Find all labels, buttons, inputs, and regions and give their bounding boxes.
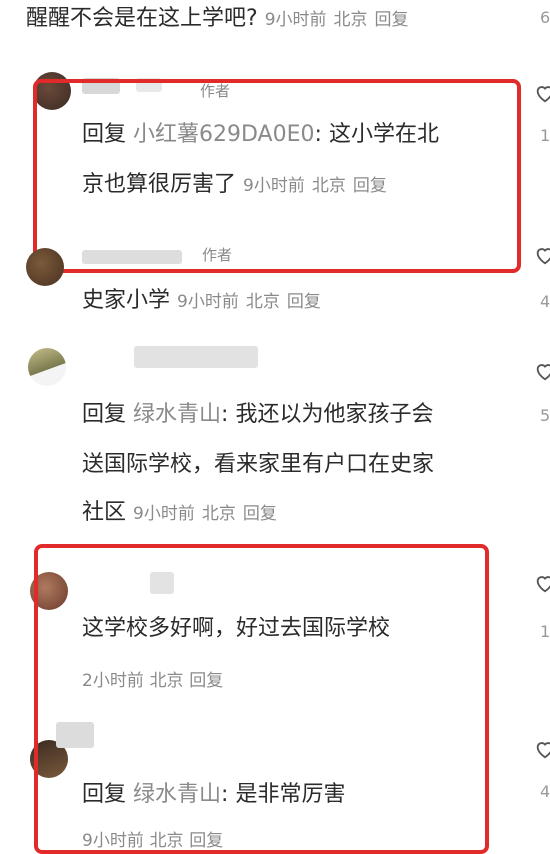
like-count: 5 bbox=[540, 406, 550, 425]
username-blurred bbox=[134, 346, 258, 368]
separator: : bbox=[221, 402, 229, 427]
comment-3-text: 史家小学 bbox=[82, 288, 171, 313]
side-count-top: 6 bbox=[540, 8, 550, 27]
comment-4-line1: 回复 绿水青山: 我还以为他家孩子会 bbox=[82, 398, 433, 432]
comment-4-location: 北京 bbox=[201, 504, 236, 524]
comment-3-location: 北京 bbox=[245, 292, 280, 312]
comment-4-time: 9小时前 bbox=[133, 504, 195, 524]
username-blurred bbox=[82, 250, 182, 264]
comment-4-line3: 社区 9小时前 北京 回复 bbox=[82, 496, 277, 531]
comment-3-time: 9小时前 bbox=[177, 292, 239, 312]
comment-1-time: 9小时前 bbox=[264, 10, 327, 30]
comment-1-text: 醒醒不会是在这上学吧? bbox=[26, 6, 258, 31]
avatar[interactable] bbox=[28, 348, 66, 386]
heart-icon[interactable] bbox=[534, 360, 550, 382]
reply-prefix: 回复 bbox=[82, 402, 127, 427]
like-count: 4 bbox=[540, 782, 550, 801]
heart-icon[interactable] bbox=[534, 82, 550, 104]
heart-icon[interactable] bbox=[534, 572, 550, 594]
comment-4-text: 我还以为他家孩子会 bbox=[235, 402, 434, 427]
comment-4-line2: 送国际学校，看来家里有户口在史家 bbox=[82, 452, 435, 477]
heart-icon[interactable] bbox=[534, 244, 550, 266]
author-tag: 作者 bbox=[202, 246, 233, 264]
highlight-box bbox=[33, 79, 521, 273]
comment-4-text-cont: 社区 bbox=[82, 500, 127, 525]
like-count: 1 bbox=[540, 126, 550, 145]
heart-icon[interactable] bbox=[534, 738, 550, 760]
comment-1-reply-button[interactable]: 回复 bbox=[375, 10, 409, 30]
comment-1-location: 北京 bbox=[333, 10, 368, 30]
comment-1-row: 醒醒不会是在这上学吧? 9小时前 北京 回复 bbox=[26, 2, 409, 37]
like-count: 4 bbox=[540, 292, 550, 311]
comment-3-row: 史家小学 9小时前 北京 回复 bbox=[82, 284, 321, 319]
mention-link[interactable]: 绿水青山 bbox=[133, 402, 221, 427]
avatar[interactable] bbox=[26, 248, 64, 286]
comment-3-reply-button[interactable]: 回复 bbox=[287, 292, 321, 312]
comment-4-reply-button[interactable]: 回复 bbox=[243, 504, 277, 524]
highlight-box bbox=[34, 544, 489, 854]
like-count: 1 bbox=[540, 622, 550, 641]
